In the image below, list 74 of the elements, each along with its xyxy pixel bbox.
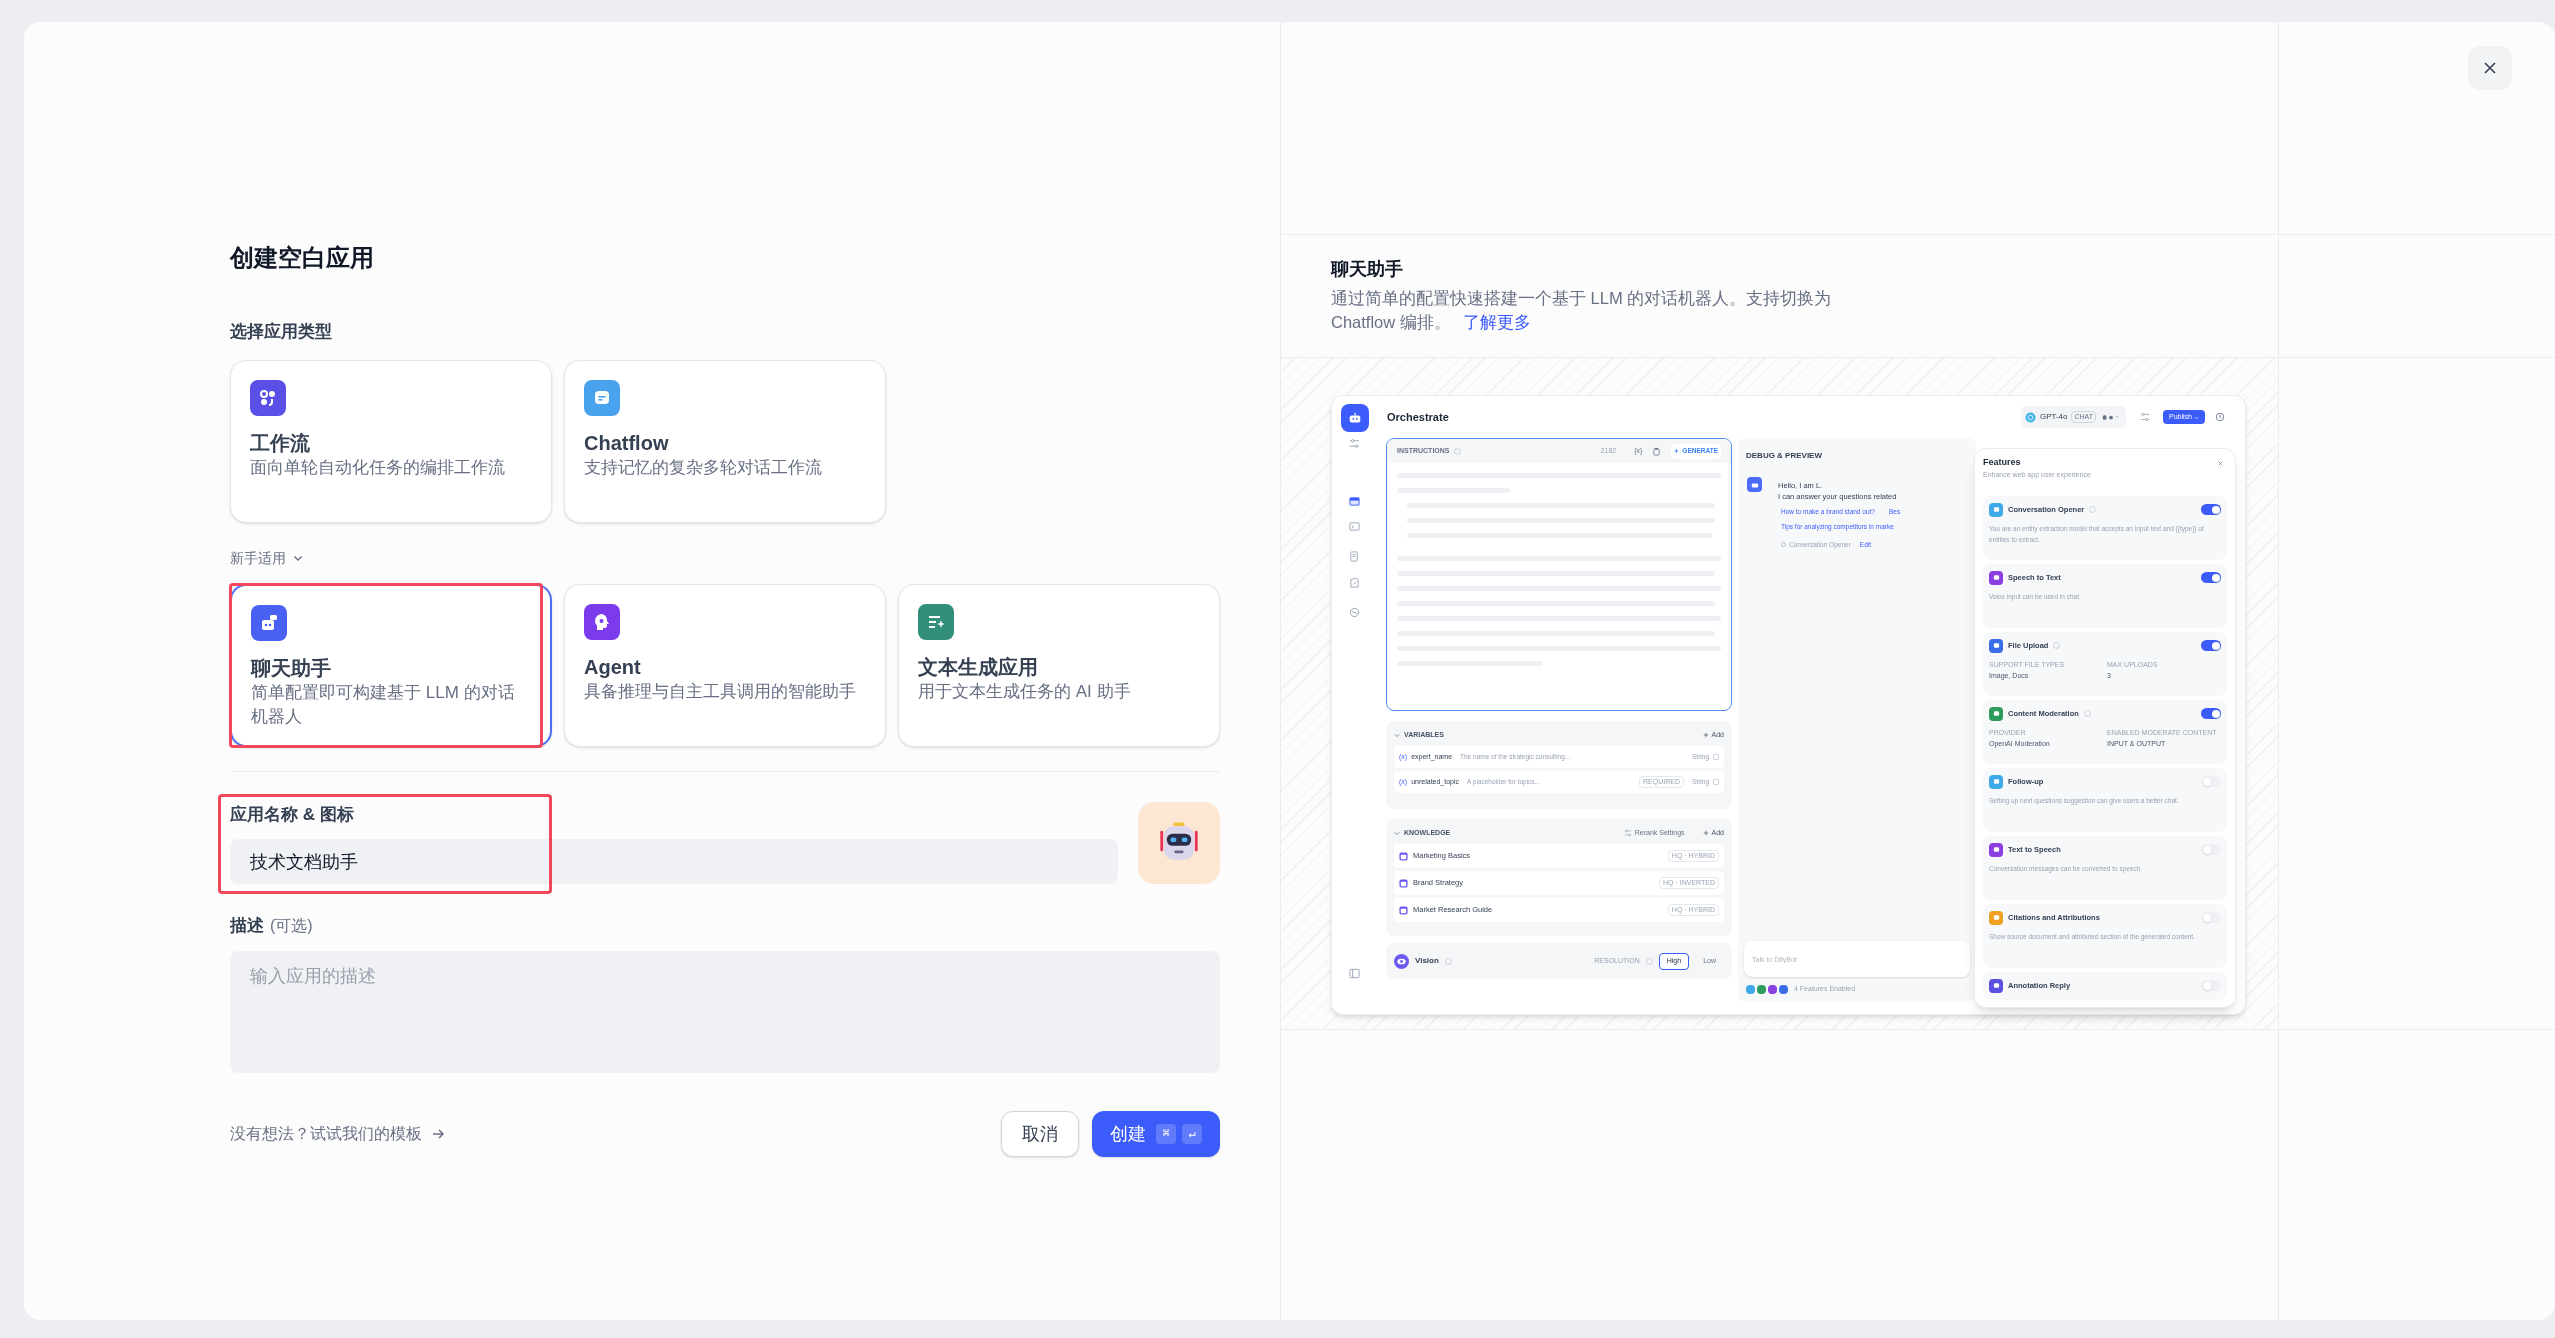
close-icon xyxy=(2482,60,2498,76)
card-description: 用于文本生成任务的 AI 助手 xyxy=(918,681,1132,703)
close-button[interactable] xyxy=(2468,46,2512,90)
shortcut-key: ↵ xyxy=(1182,1124,1202,1144)
model-icon xyxy=(2024,411,2036,423)
toggle-switch[interactable] xyxy=(2201,980,2221,991)
chevron-down-icon[interactable] xyxy=(1394,732,1400,738)
bot-logo xyxy=(1340,404,1369,432)
eye-icon xyxy=(1394,953,1409,969)
toggle-switch[interactable] xyxy=(2201,844,2221,855)
panel-title: Features xyxy=(1983,456,2022,469)
document-icon[interactable] xyxy=(1349,551,1360,562)
panel-label: Vision xyxy=(1415,955,1439,967)
app-type-card[interactable]: Agent 具备推理与自主工具调用的智能助手 xyxy=(564,584,886,747)
terminal-icon[interactable] xyxy=(1349,521,1360,532)
dialog-title: 创建空白应用 xyxy=(230,243,375,273)
preview-description: 通过简单的配置快速搭建一个基于 LLM 的对话机器人。支持切换为 Chatflow 编排。 了解更多 xyxy=(1331,288,1833,333)
app-icon-picker[interactable] xyxy=(1138,802,1220,884)
create-button[interactable]: 创建 ⌘ ↵ xyxy=(1092,1111,1220,1157)
chevron-down-icon[interactable] xyxy=(1394,830,1400,836)
folder-icon xyxy=(1399,905,1408,915)
name-input[interactable]: 技术文档助手 xyxy=(230,839,1118,884)
bot-avatar xyxy=(1747,477,1762,492)
preview-title: 聊天助手 xyxy=(1331,258,1404,281)
help-icon xyxy=(1444,957,1452,965)
description-input[interactable]: 输入应用的描述 xyxy=(230,951,1220,1073)
card-description: 具备推理与自主工具调用的智能助手 xyxy=(584,681,857,703)
help-icon xyxy=(1645,957,1653,965)
window-icon[interactable] xyxy=(1349,496,1360,507)
card-title: Chatflow xyxy=(584,431,670,456)
optional-label: (可选) xyxy=(270,916,313,936)
card-description: 面向单轮自动化任务的编排工作流 xyxy=(250,457,506,479)
help-icon xyxy=(1453,447,1461,455)
app-type-card[interactable]: 文本生成应用 用于文本生成任务的 AI 助手 xyxy=(898,584,1220,747)
notebook-icon[interactable] xyxy=(1349,577,1360,588)
section-label: 选择应用类型 xyxy=(230,321,333,343)
learn-more-link[interactable]: 了解更多 xyxy=(1463,313,1532,331)
folder-icon xyxy=(1399,878,1408,888)
card-description: 简单配置即可构建基于 LLM 的对话机器人 xyxy=(251,682,516,728)
toggle-switch[interactable] xyxy=(2201,912,2221,923)
toggle-switch[interactable] xyxy=(2201,572,2221,583)
card-title: 工作流 xyxy=(250,431,311,456)
template-link[interactable]: 没有想法？试试我们的模板 xyxy=(230,1122,446,1146)
close-icon[interactable] xyxy=(2218,461,2223,466)
sliders-icon xyxy=(1623,829,1632,837)
plus-icon xyxy=(1702,732,1709,738)
shortcut-key: ⌘ xyxy=(1156,1124,1176,1144)
toggle-switch[interactable] xyxy=(2201,708,2221,719)
card-description: 支持记忆的复杂多轮对话工作流 xyxy=(584,457,823,479)
history-icon[interactable] xyxy=(2215,412,2225,422)
caret-icon xyxy=(2194,414,2199,420)
app-type-card[interactable]: 聊天助手 简单配置即可构建基于 LLM 的对话机器人 xyxy=(230,584,552,747)
field-label: 描述 xyxy=(230,915,264,937)
app-type-card[interactable]: 工作流 面向单轮自动化任务的编排工作流 xyxy=(230,360,552,523)
toggle-switch[interactable] xyxy=(2201,640,2221,651)
section-title: Orchestrate xyxy=(1387,409,1449,425)
gauge-icon[interactable] xyxy=(1349,607,1360,618)
app-type-card[interactable]: Chatflow 支持记忆的复杂多轮对话工作流 xyxy=(564,360,886,523)
sliders-icon[interactable] xyxy=(2140,412,2151,422)
card-title: 聊天助手 xyxy=(251,656,332,681)
toggle-switch[interactable] xyxy=(2201,776,2221,787)
field-label: 应用名称 & 图标 xyxy=(230,804,355,826)
clipboard-icon[interactable] xyxy=(1652,446,1662,456)
card-title: Agent xyxy=(584,655,642,680)
plus-icon xyxy=(1702,830,1709,836)
panel-label: DEBUG & PREVIEW xyxy=(1745,450,1823,462)
folder-icon xyxy=(1399,851,1408,861)
sliders-icon[interactable] xyxy=(1349,438,1360,449)
opener-icon xyxy=(1781,541,1786,547)
card-title: 文本生成应用 xyxy=(918,655,1039,680)
cancel-button[interactable]: 取消 xyxy=(1001,1111,1079,1157)
sidebar-toggle-icon[interactable] xyxy=(1349,968,1360,979)
toggle-switch[interactable] xyxy=(2201,504,2221,515)
beginner-toggle[interactable]: 新手适用 xyxy=(230,550,1280,566)
